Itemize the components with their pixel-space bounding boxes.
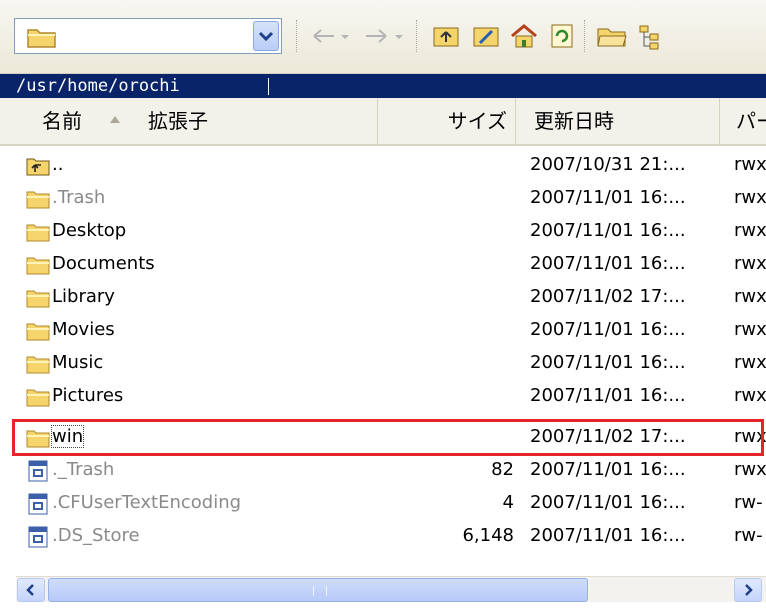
file-name: Documents: [52, 253, 155, 274]
toolbar-separator: [416, 20, 418, 52]
file-name: .DS_Store: [52, 525, 140, 546]
list-item[interactable]: .CFUserTextEncoding 4 2007/11/01 16:... …: [0, 488, 766, 521]
file-size: 82: [491, 459, 514, 480]
file-date: 2007/10/31 21:...: [530, 154, 686, 175]
folder-icon: [26, 323, 50, 341]
column-date-label: 更新日時: [534, 109, 614, 133]
file-date: 2007/11/01 16:...: [530, 352, 686, 373]
file-name: Pictures: [52, 385, 124, 406]
column-perm-label: パー: [736, 109, 766, 133]
list-item[interactable]: .. 2007/10/31 21:... rwx: [0, 150, 766, 183]
list-item[interactable]: .Trash 2007/11/01 16:... rwx: [0, 183, 766, 216]
list-item[interactable]: Library 2007/11/02 17:... rwx: [0, 282, 766, 315]
list-item[interactable]: Movies 2007/11/01 16:... rwx: [0, 315, 766, 348]
file-permission: rw-: [734, 492, 763, 513]
column-header-permission[interactable]: パー: [720, 98, 766, 144]
file-permission: rwx: [734, 352, 766, 373]
file-permission: rwx: [734, 286, 766, 307]
location-combo[interactable]: [14, 18, 282, 54]
file-permission: rwx: [734, 459, 766, 480]
column-header: 名前 拡張子 サイズ 更新日時 パー: [0, 98, 766, 146]
folder-icon: [26, 290, 50, 308]
file-name: Desktop: [52, 220, 127, 241]
back-dropdown-icon[interactable]: [336, 18, 354, 54]
file-icon: [28, 493, 48, 515]
file-name: ._Trash: [52, 459, 115, 480]
file-date: 2007/11/01 16:...: [530, 459, 686, 480]
file-size: 6,148: [462, 525, 514, 546]
column-size-label: サイズ: [447, 109, 507, 133]
list-item[interactable]: Pictures 2007/11/01 16:... rwx: [0, 381, 766, 414]
refresh-icon[interactable]: [544, 18, 580, 54]
file-date: 2007/11/01 16:...: [530, 492, 686, 513]
file-date: 2007/11/01 16:...: [530, 385, 686, 406]
file-name: Music: [52, 352, 104, 373]
folder-icon: [26, 191, 50, 209]
chevron-down-icon: [258, 31, 274, 42]
file-permission: rwx: [734, 319, 766, 340]
file-permission: rwx: [734, 154, 766, 175]
file-icon: [28, 460, 48, 482]
file-date: 2007/11/01 16:...: [530, 187, 686, 208]
horizontal-scrollbar[interactable]: [16, 576, 766, 602]
column-header-name[interactable]: 名前 拡張子: [0, 98, 378, 144]
toolbar-separator: [584, 20, 586, 52]
folder-icon: [26, 389, 50, 407]
open-folder-icon[interactable]: [594, 18, 630, 54]
list-item[interactable]: Desktop 2007/11/01 16:... rwx: [0, 216, 766, 249]
column-ext-label: 拡張子: [148, 109, 208, 133]
file-permission: rwx: [734, 187, 766, 208]
file-name: Movies: [52, 319, 115, 340]
highlight-box: [12, 419, 764, 456]
list-item[interactable]: Documents 2007/11/01 16:... rwx: [0, 249, 766, 282]
column-header-date[interactable]: 更新日時: [516, 98, 720, 144]
path-text: /usr/home/orochi: [16, 76, 180, 96]
file-name: Library: [52, 286, 115, 307]
file-permission: rwx: [734, 220, 766, 241]
up-folder-icon[interactable]: [428, 18, 464, 54]
folder-icon: [26, 356, 50, 374]
file-permission: rwx: [734, 253, 766, 274]
file-date: 2007/11/01 16:...: [530, 220, 686, 241]
file-name: .CFUserTextEncoding: [52, 492, 242, 513]
file-permission: rw-: [734, 525, 763, 546]
chevron-right-icon: [745, 584, 753, 596]
file-size: 4: [502, 492, 514, 513]
column-header-size[interactable]: サイズ: [378, 98, 516, 144]
edit-folder-icon[interactable]: [468, 18, 504, 54]
file-date: 2007/11/01 16:...: [530, 525, 686, 546]
file-permission: rwx: [734, 385, 766, 406]
toolbar-separator: [296, 20, 298, 52]
file-name: .Trash: [52, 187, 106, 208]
up-folder-icon: [26, 158, 50, 176]
text-caret: [268, 78, 269, 95]
file-icon: [28, 526, 48, 548]
scroll-right-button[interactable]: [734, 578, 762, 602]
file-date: 2007/11/01 16:...: [530, 253, 686, 274]
file-name: ..: [52, 154, 64, 175]
scroll-thumb[interactable]: [48, 578, 588, 602]
scroll-left-button[interactable]: [17, 578, 45, 602]
forward-arrow-icon[interactable]: [358, 18, 394, 54]
sort-ascending-icon: [110, 116, 120, 123]
column-name-label: 名前: [42, 109, 82, 133]
forward-dropdown-icon[interactable]: [390, 18, 408, 54]
chevron-left-icon: [26, 584, 34, 596]
home-icon[interactable]: [506, 18, 542, 54]
folder-icon: [27, 29, 56, 48]
file-date: 2007/11/01 16:...: [530, 319, 686, 340]
folder-icon: [26, 257, 50, 275]
tree-view-icon[interactable]: [632, 18, 668, 54]
list-item[interactable]: ._Trash 82 2007/11/01 16:... rwx: [0, 455, 766, 488]
path-bar[interactable]: /usr/home/orochi: [0, 74, 766, 98]
scroll-grip: [313, 586, 327, 596]
toolbar: [0, 0, 766, 74]
folder-icon: [26, 224, 50, 242]
file-date: 2007/11/02 17:...: [530, 286, 686, 307]
list-item[interactable]: .DS_Store 6,148 2007/11/01 16:... rw-: [0, 521, 766, 554]
list-item[interactable]: Music 2007/11/01 16:... rwx: [0, 348, 766, 381]
combo-dropdown-button[interactable]: [253, 21, 279, 51]
